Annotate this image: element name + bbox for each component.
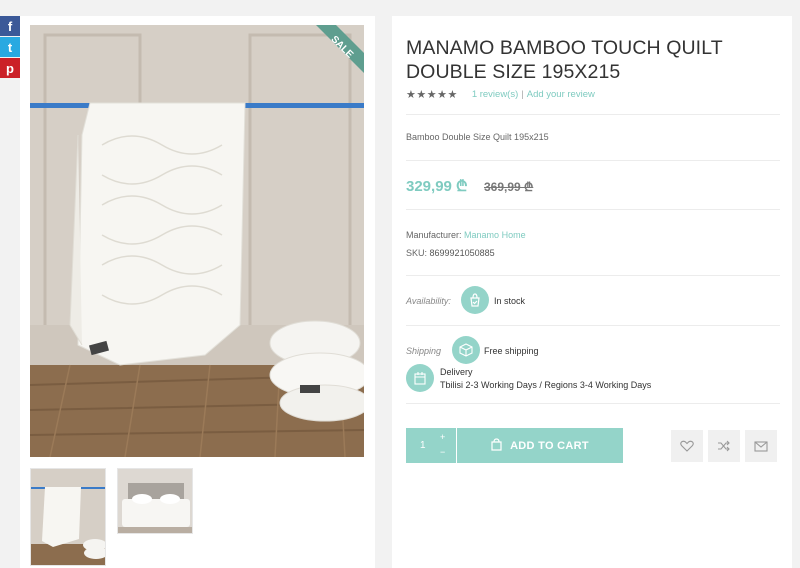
divider	[406, 403, 780, 404]
add-to-cart-button[interactable]: ADD TO CART	[457, 428, 623, 463]
shipping-label: Shipping	[406, 346, 442, 356]
product-title: MANAMO BAMBOO TOUCH QUILT DOUBLE SIZE 19…	[406, 37, 723, 83]
divider	[406, 275, 780, 276]
shuffle-icon	[718, 440, 730, 452]
rating-stars: ★★★★★	[406, 89, 458, 101]
sku-row: SKU: 8699921050885	[406, 248, 495, 258]
quantity-stepper[interactable]: 1 + −	[406, 428, 456, 463]
divider	[406, 325, 780, 326]
manufacturer-link[interactable]: Manamo Home	[464, 230, 526, 240]
short-description: Bamboo Double Size Quilt 195x215	[406, 132, 549, 142]
availability-label: Availability:	[406, 296, 451, 306]
divider	[406, 160, 780, 161]
twitter-icon: t	[7, 39, 13, 55]
wishlist-button[interactable]	[671, 430, 703, 462]
add-to-cart-label: ADD TO CART	[510, 439, 589, 452]
social-share-bar: f t p	[0, 16, 20, 79]
quilt-photo	[30, 25, 364, 457]
reviews-count-link[interactable]: 1 review(s)	[472, 89, 518, 100]
delivery-value: Tbilisi 2-3 Working Days / Regions 3-4 W…	[440, 380, 652, 390]
product-rating: ★★★★★ 1 review(s) | Add your review	[406, 88, 595, 101]
delivery-title: Delivery	[440, 367, 473, 377]
manufacturer-label: Manufacturer:	[406, 230, 462, 240]
thumbnail-1-image	[31, 469, 105, 565]
shipping-box-icon	[452, 336, 480, 364]
quantity-decrease-button[interactable]: −	[440, 447, 445, 457]
divider	[406, 209, 780, 210]
add-review-link[interactable]: Add your review	[527, 89, 595, 100]
old-price: 369,99 ₾	[484, 180, 534, 194]
sku-label: SKU:	[406, 248, 428, 258]
manufacturer-row: Manufacturer: Manamo Home	[406, 230, 526, 240]
email-friend-button[interactable]	[745, 430, 777, 462]
stock-icon	[461, 286, 489, 314]
quantity-value[interactable]: 1	[420, 440, 426, 451]
thumbnail-2[interactable]	[117, 468, 193, 534]
pinterest-icon: p	[6, 60, 14, 76]
facebook-icon: f	[7, 18, 13, 34]
delivery-calendar-icon	[406, 364, 434, 392]
pinterest-share-button[interactable]: p	[0, 58, 20, 78]
thumbnail-2-image	[118, 469, 192, 533]
quantity-increase-button[interactable]: +	[440, 432, 445, 442]
twitter-share-button[interactable]: t	[0, 37, 20, 57]
special-price: 329,99 ₾	[406, 178, 468, 195]
reviews-separator: |	[521, 89, 524, 100]
envelope-icon	[754, 440, 768, 452]
shipping-value: Free shipping	[484, 346, 539, 356]
shopping-bag-icon	[491, 437, 502, 454]
compare-button[interactable]	[708, 430, 740, 462]
thumbnail-1[interactable]	[30, 468, 106, 566]
product-gallery: SALE	[20, 16, 375, 568]
facebook-share-button[interactable]: f	[0, 16, 20, 36]
product-info-panel: MANAMO BAMBOO TOUCH QUILT DOUBLE SIZE 19…	[392, 16, 792, 568]
product-main-image[interactable]: SALE	[30, 25, 364, 457]
availability-value: In stock	[494, 296, 526, 306]
heart-icon	[680, 440, 694, 452]
sale-badge: SALE	[316, 25, 364, 73]
divider	[406, 114, 780, 115]
sku-value: 8699921050885	[429, 248, 495, 258]
